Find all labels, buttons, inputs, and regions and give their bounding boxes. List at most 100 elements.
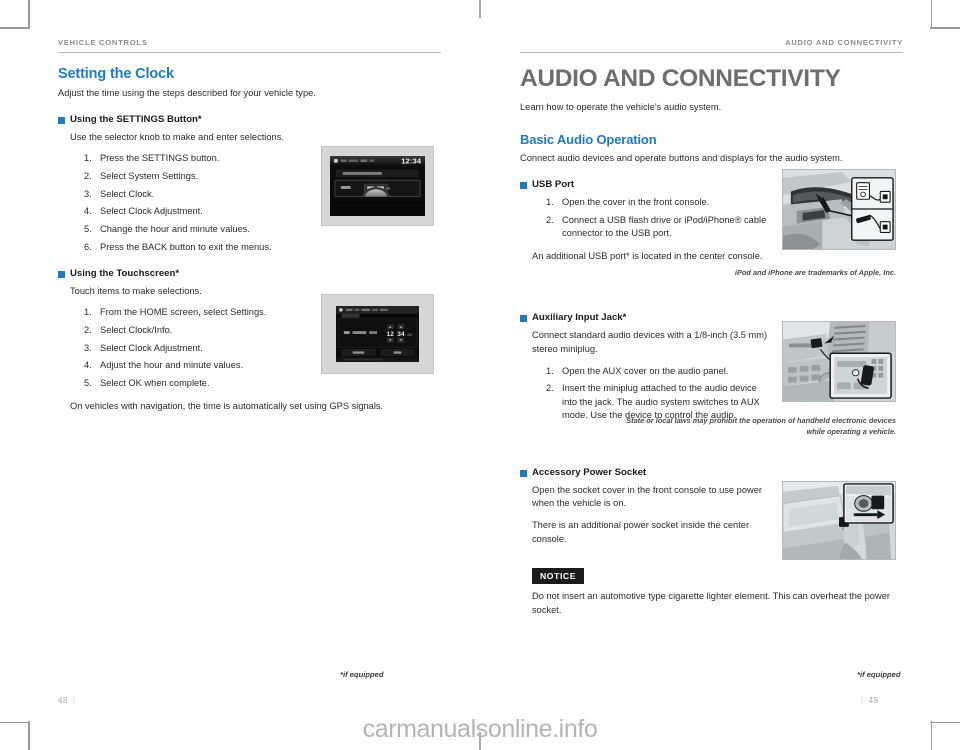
subhead-label: USB Port [532, 179, 575, 190]
step-text: Select Clock. [100, 188, 155, 199]
figure-caption-ipod-trademark: iPod and iPhone are trademarks of Apple,… [734, 268, 896, 277]
steps-list-usb-port: 1. Open the cover in the front console. 2… [532, 196, 778, 240]
step-text: Connect a USB flash drive or iPod/iPhone… [562, 214, 767, 238]
notice-text: Do not insert an automotive type cigaret… [532, 591, 890, 615]
folio-divider: | [72, 696, 76, 705]
step-number: 3. [84, 188, 92, 199]
crop-mark-top-right-vertical [930, 0, 932, 29]
step-number: 2. [84, 324, 92, 335]
page-number-left: 48 | [58, 696, 80, 705]
figure-aux-input-jack [782, 321, 896, 402]
section-intro-right: Connect audio devices and operate button… [520, 153, 843, 163]
step-text: Insert the miniplug attached to the audi… [562, 383, 760, 420]
step-number: 1. [84, 307, 92, 318]
step-text: Adjust the hour and minute values. [100, 360, 244, 371]
block-intro-settings: Use the selector knob to make and enter … [70, 132, 284, 142]
step-text: Press the BACK button to exit the menus. [100, 241, 272, 252]
step-text: Open the AUX cover on the audio panel. [562, 365, 729, 376]
blue-square-bullet-icon [58, 117, 65, 124]
footnote-right-if-equipped: *if equipped [857, 670, 901, 679]
section-intro-left: Adjust the time using the steps describe… [58, 88, 316, 98]
blue-square-bullet-icon [520, 315, 527, 323]
step-number: 1. [546, 365, 554, 376]
step-number: 1. [84, 153, 92, 164]
display-glass: 12:34 AM [330, 156, 425, 216]
step-number: 1. [546, 197, 554, 207]
subhead-label: Using the SETTINGS Button* [70, 114, 202, 125]
chapter-intro: Learn how to operate the vehicle's audio… [520, 102, 722, 112]
notice-badge: NOTICE [532, 567, 585, 585]
step-text: From the HOME screen, select Settings. [100, 307, 267, 318]
step-number: 4. [84, 206, 92, 217]
power-socket-paragraph-1: Open the socket cover in the front conso… [532, 485, 762, 509]
subhead-label: Auxiliary Input Jack* [532, 312, 627, 324]
crop-mark-top-left-horizontal [0, 27, 30, 29]
step-text: Select Clock Adjustment. [100, 342, 203, 353]
aux-intro-paragraph: Connect standard audio devices with a 1/… [532, 330, 768, 354]
figure-accessory-power-socket [782, 481, 896, 560]
step-text: Press the SETTINGS button. [100, 153, 220, 164]
site-watermark: carmanualsonline.info [362, 715, 598, 743]
svg-text:AM: AM [407, 333, 412, 337]
step-text: Select Clock Adjustment. [100, 206, 203, 217]
step-text: Change the hour and minute values. [100, 224, 250, 235]
step-text: Select OK when complete. [100, 377, 210, 388]
svg-text:AM: AM [386, 187, 391, 191]
power-socket-illustration [782, 482, 895, 559]
chapter-title: AUDIO AND CONNECTIVITY [520, 65, 841, 92]
aux-jack-illustration [783, 322, 895, 401]
footnote-left-if-equipped: *if equipped [340, 670, 384, 679]
svg-text:34: 34 [397, 331, 405, 338]
list-item: 5. Select OK when complete. [84, 377, 441, 390]
closing-note-left: On vehicles with navigation, the time is… [70, 401, 384, 412]
crop-mark-top-left-vertical [28, 0, 30, 29]
step-number: 2. [546, 214, 554, 225]
blue-square-bullet-icon [520, 470, 527, 478]
subhead-using-settings-button: Using the SETTINGS Button* [58, 114, 441, 126]
usb-port-illustration [783, 170, 895, 249]
figure-settings-clock-display: 12:34 AM [321, 146, 434, 226]
running-head-right: AUDIO AND CONNECTIVITY [785, 38, 903, 47]
header-rule-right [520, 52, 903, 53]
list-item: 2. Connect a USB flash drive or iPod/iPho… [546, 214, 778, 240]
step-number: 3. [84, 342, 92, 353]
running-head-left: VEHICLE CONTROLS [58, 38, 148, 47]
subhead-accessory-power-socket: Accessory Power Socket [520, 467, 903, 479]
folio-divider: | [861, 696, 864, 705]
header-rule-left [58, 52, 441, 53]
subhead-label: Using the Touchscreen* [70, 267, 180, 279]
step-number: 5. [84, 377, 92, 388]
crop-mark-top-center [479, 0, 481, 18]
list-item: 6. Press the BACK button to exit the menu… [84, 241, 441, 254]
step-number: 6. [84, 241, 92, 252]
svg-text:12: 12 [386, 331, 394, 338]
touchscreen-glass: 12 34 AM [336, 306, 419, 362]
blue-square-bullet-icon [58, 270, 65, 278]
figure-usb-port-console [782, 169, 896, 250]
list-item: 1. Open the AUX cover on the audio panel. [546, 365, 770, 378]
page-title-setting-the-clock: Setting the Clock [58, 66, 174, 82]
usb-additional-port-note: An additional USB port* is located in th… [532, 251, 763, 262]
step-number: 2. [84, 170, 92, 181]
figure-touchscreen-clock-adjustment: 12 34 AM [321, 294, 434, 374]
blue-square-bullet-icon [520, 182, 527, 189]
manual-page-spread: VEHICLE CONTROLS Setting the Clock Adjus… [0, 0, 960, 750]
subhead-using-touchscreen: Using the Touchscreen* [58, 268, 441, 280]
folio-number: 48 [58, 696, 68, 705]
crop-mark-top-right-horizontal [930, 27, 960, 29]
step-text: Select Clock/Info. [100, 324, 173, 335]
step-text: Open the cover in the front console. [562, 197, 710, 207]
page-number-right: | 49 [856, 696, 878, 705]
folio-number: 49 [868, 696, 879, 705]
figure-caption-aux-warning: State or local laws may prohibit the ope… [626, 416, 896, 436]
step-number: 5. [84, 224, 92, 235]
section-title-basic-audio-operation: Basic Audio Operation [520, 132, 657, 147]
svg-text:12:34: 12:34 [401, 157, 422, 166]
power-socket-paragraph-2: There is an additional power socket insi… [532, 520, 750, 544]
touchscreen-clock-graphic: 12 34 AM [336, 306, 419, 362]
list-item: 1. Open the cover in the front console. [546, 196, 778, 209]
step-text: Select System Settings. [100, 170, 199, 181]
head-unit-screen-graphic: 12:34 AM [330, 156, 425, 216]
step-number: 2. [546, 383, 554, 394]
step-number: 4. [84, 360, 92, 371]
